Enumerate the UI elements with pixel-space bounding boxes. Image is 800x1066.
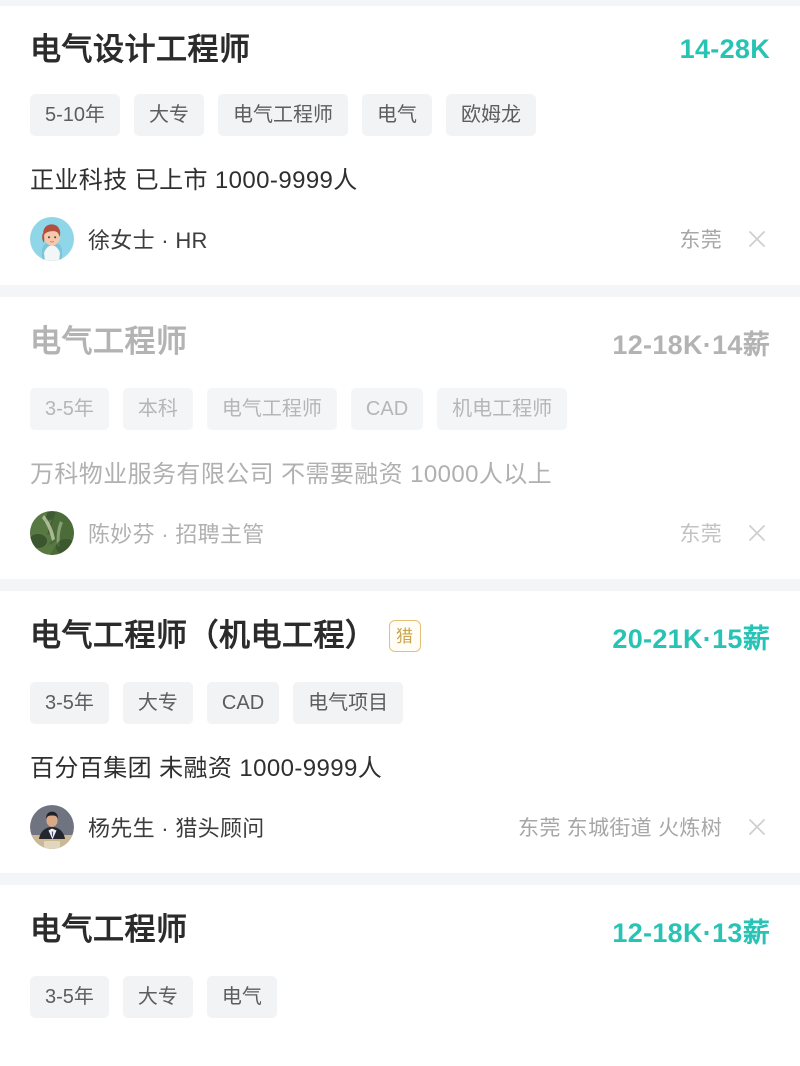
job-tag: 本科 — [122, 387, 193, 430]
job-card-footer-right: 东莞 东城街道 火炼树 — [518, 812, 770, 842]
job-title[interactable]: 电气设计工程师 — [30, 32, 251, 68]
job-title[interactable]: 电气工程师（机电工程） — [30, 618, 377, 654]
headhunter-badge-icon: 猎 — [388, 620, 421, 653]
job-tag: 机电工程师 — [437, 387, 568, 430]
job-card[interactable]: 电气工程师 12-18K·14薪 3-5年 本科 电气工程师 CAD 机电工程师… — [0, 296, 800, 579]
job-tag-row: 3-5年 大专 电气 — [30, 975, 770, 1018]
avatar — [30, 804, 74, 849]
job-tag: CAD — [350, 387, 424, 430]
job-tag-row: 3-5年 本科 电气工程师 CAD 机电工程师 — [30, 387, 770, 430]
job-salary: 12-18K·13薪 — [612, 917, 770, 948]
avatar — [30, 510, 74, 555]
job-tag-row: 5-10年 大专 电气工程师 电气 欧姆龙 — [30, 93, 770, 136]
job-tag: 大专 — [122, 681, 193, 724]
job-tag: 3-5年 — [30, 387, 109, 430]
job-tag: 电气项目 — [293, 681, 404, 724]
job-tag: 大专 — [122, 975, 193, 1018]
job-card-header: 电气工程师 12-18K·13薪 — [30, 911, 770, 950]
job-location: 东莞 — [679, 522, 722, 546]
recruiter-name: 杨先生 · 猎头顾问 — [88, 815, 265, 841]
job-tag: 3-5年 — [30, 975, 109, 1018]
list-separator — [0, 872, 800, 885]
recruiter-block[interactable]: 徐女士 · HR — [30, 216, 208, 261]
job-tag: 电气 — [362, 93, 433, 136]
job-tag: 电气工程师 — [206, 387, 337, 430]
job-title-wrap: 电气工程师 — [30, 912, 188, 948]
job-card-footer: 陈妙芬 · 招聘主管 东莞 — [30, 510, 770, 555]
recruiter-block[interactable]: 陈妙芬 · 招聘主管 — [30, 510, 265, 555]
job-tag: 电气 — [206, 975, 277, 1018]
job-card-footer: 徐女士 · HR 东莞 — [30, 216, 770, 261]
job-tag: 5-10年 — [30, 93, 121, 136]
job-title-wrap: 电气设计工程师 — [30, 32, 251, 68]
close-icon[interactable] — [744, 520, 770, 546]
list-separator — [0, 578, 800, 591]
job-salary: 12-18K·14薪 — [612, 329, 770, 360]
job-title-wrap: 电气工程师 — [30, 324, 188, 360]
job-location: 东莞 东城街道 火炼树 — [518, 816, 722, 840]
job-card[interactable]: 电气工程师 12-18K·13薪 3-5年 大专 电气 — [0, 884, 800, 1018]
recruiter-name: 徐女士 · HR — [88, 227, 208, 253]
close-icon[interactable] — [744, 226, 770, 252]
recruiter-block[interactable]: 杨先生 · 猎头顾问 — [30, 804, 265, 849]
job-tag: 大专 — [134, 93, 205, 136]
job-title[interactable]: 电气工程师 — [30, 912, 188, 948]
job-company-info[interactable]: 百分百集团 未融资 1000-9999人 — [30, 748, 770, 783]
job-tag: 电气工程师 — [218, 93, 349, 136]
job-card-header: 电气设计工程师 14-28K — [30, 32, 770, 68]
close-icon[interactable] — [744, 814, 770, 840]
job-salary: 14-28K — [679, 34, 770, 65]
job-tag: CAD — [206, 681, 280, 724]
job-card-footer: 杨先生 · 猎头顾问 东莞 东城街道 火炼树 — [30, 804, 770, 849]
job-tag-row: 3-5年 大专 CAD 电气项目 — [30, 681, 770, 724]
job-card[interactable]: 电气设计工程师 14-28K 5-10年 大专 电气工程师 电气 欧姆龙 正业科… — [0, 6, 800, 285]
job-salary: 20-21K·15薪 — [612, 623, 770, 654]
job-card-footer-right: 东莞 — [679, 224, 770, 254]
job-card-header: 电气工程师（机电工程） 猎 20-21K·15薪 — [30, 617, 770, 656]
job-title[interactable]: 电气工程师 — [30, 324, 188, 360]
job-title-wrap: 电气工程师（机电工程） 猎 — [30, 618, 421, 654]
job-card-footer-right: 东莞 — [679, 518, 770, 548]
avatar — [30, 216, 74, 261]
job-company-info[interactable]: 正业科技 已上市 1000-9999人 — [30, 160, 770, 195]
job-list-screen: 电气设计工程师 14-28K 5-10年 大专 电气工程师 电气 欧姆龙 正业科… — [0, 0, 800, 1066]
job-card-header: 电气工程师 12-18K·14薪 — [30, 323, 770, 362]
job-card[interactable]: 电气工程师（机电工程） 猎 20-21K·15薪 3-5年 大专 CAD 电气项… — [0, 590, 800, 873]
recruiter-name: 陈妙芬 · 招聘主管 — [88, 521, 265, 547]
list-separator — [0, 284, 800, 297]
job-company-info[interactable]: 万科物业服务有限公司 不需要融资 10000人以上 — [30, 454, 770, 489]
job-tag: 3-5年 — [30, 681, 109, 724]
job-tag: 欧姆龙 — [446, 93, 537, 136]
job-location: 东莞 — [679, 228, 722, 252]
